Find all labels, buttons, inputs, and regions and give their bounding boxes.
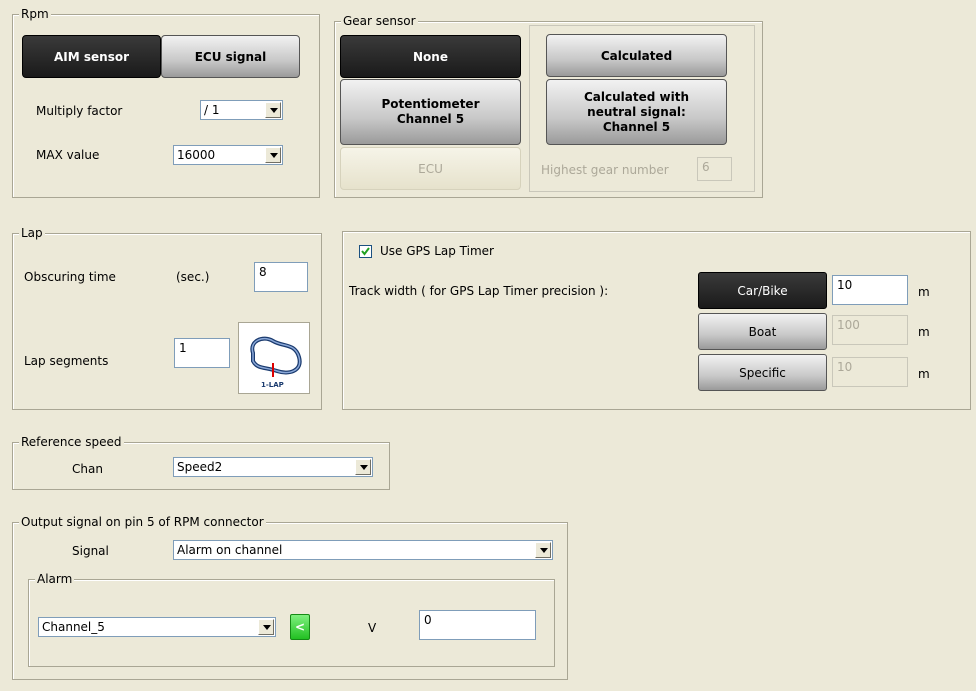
obscuring-time-field[interactable]: 8	[254, 262, 308, 292]
car-bike-width-field[interactable]: 10	[832, 275, 908, 305]
car-bike-button[interactable]: Car/Bike	[698, 272, 827, 309]
alarm-value-field[interactable]: 0	[419, 610, 536, 640]
specific-unit: m	[918, 367, 930, 381]
chevron-down-icon[interactable]	[265, 147, 281, 163]
multiply-factor-label: Multiply factor	[36, 104, 123, 118]
use-gps-label: Use GPS Lap Timer	[380, 244, 494, 258]
lap-segments-field[interactable]: 1	[174, 338, 230, 368]
alarm-legend: Alarm	[35, 572, 75, 586]
highest-gear-label: Highest gear number	[541, 163, 669, 177]
specific-button[interactable]: Specific	[698, 354, 827, 391]
specific-width-field[interactable]: 10	[832, 357, 908, 387]
ecu-signal-button[interactable]: ECU signal	[161, 35, 300, 78]
chevron-down-icon[interactable]	[258, 619, 274, 635]
boat-unit: m	[918, 325, 930, 339]
checkmark-icon	[361, 247, 370, 256]
gear-calculated-button[interactable]: Calculated	[546, 34, 727, 77]
chan-value: Speed2	[177, 460, 223, 474]
boat-width-field[interactable]: 100	[832, 315, 908, 345]
chevron-down-icon[interactable]	[355, 459, 371, 475]
aim-sensor-button[interactable]: AIM sensor	[22, 35, 161, 78]
multiply-factor-value: / 1	[204, 103, 220, 117]
compare-operator-button[interactable]: <	[290, 614, 310, 640]
chevron-down-icon[interactable]	[265, 102, 281, 118]
alarm-channel-value: Channel_5	[42, 620, 105, 634]
gear-calculated-neutral-button[interactable]: Calculated with neutral signal: Channel …	[546, 79, 727, 145]
track-caption: 1-LAP	[261, 381, 284, 389]
use-gps-checkbox[interactable]	[359, 245, 372, 258]
chevron-down-icon[interactable]	[535, 542, 551, 558]
multiply-factor-select[interactable]: / 1	[200, 100, 283, 120]
obscuring-unit-label: (sec.)	[176, 270, 210, 284]
lap-legend: Lap	[19, 226, 45, 240]
max-value-value: 16000	[177, 148, 216, 162]
chan-label: Chan	[72, 462, 103, 476]
gear-ecu-button[interactable]: ECU	[340, 147, 521, 190]
gear-none-button[interactable]: None	[340, 35, 521, 78]
max-value-label: MAX value	[36, 148, 100, 162]
signal-value: Alarm on channel	[177, 543, 283, 557]
boat-button[interactable]: Boat	[698, 313, 827, 350]
track-image: 1-LAP	[238, 322, 310, 394]
signal-select[interactable]: Alarm on channel	[173, 540, 553, 560]
gear-sensor-legend: Gear sensor	[341, 14, 418, 28]
output-signal-legend: Output signal on pin 5 of RPM connector	[19, 515, 266, 529]
rpm-legend: Rpm	[19, 7, 51, 21]
gear-potentiometer-button[interactable]: Potentiometer Channel 5	[340, 79, 521, 145]
alarm-unit-label: V	[368, 621, 377, 635]
obscuring-time-label: Obscuring time	[24, 270, 116, 284]
highest-gear-field[interactable]: 6	[697, 157, 732, 181]
alarm-channel-select[interactable]: Channel_5	[38, 617, 276, 637]
reference-speed-legend: Reference speed	[19, 435, 124, 449]
track-width-label: Track width ( for GPS Lap Timer precisio…	[349, 284, 609, 298]
signal-label: Signal	[72, 544, 109, 558]
max-value-select[interactable]: 16000	[173, 145, 283, 165]
car-bike-unit: m	[918, 285, 930, 299]
lap-segments-label: Lap segments	[24, 354, 109, 368]
chan-select[interactable]: Speed2	[173, 457, 373, 477]
